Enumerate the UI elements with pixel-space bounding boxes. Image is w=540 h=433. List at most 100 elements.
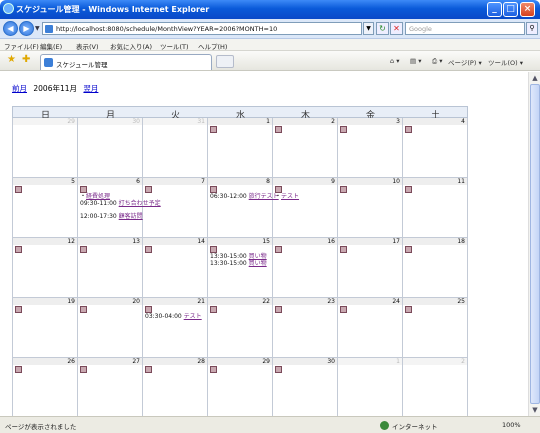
address-dropdown-icon[interactable]: ▼ [363,22,374,35]
search-input[interactable]: Google [405,22,525,35]
event-link[interactable]: 買い物 [249,260,267,267]
memo-icon[interactable] [15,186,22,193]
print-icon[interactable]: ⎙ ▾ [432,57,443,66]
memo-icon[interactable] [145,246,152,253]
memo-icon[interactable] [210,366,217,373]
memo-icon[interactable] [275,306,282,313]
day-cell[interactable]: 4 [403,118,468,178]
prev-month-link[interactable]: 前月 [12,84,27,93]
memo-icon[interactable] [15,306,22,313]
day-cell[interactable]: 30 [78,118,143,178]
memo-icon[interactable] [15,246,22,253]
day-cell[interactable]: 22 [208,298,273,358]
day-cell[interactable]: 12 [13,238,78,298]
day-cell[interactable]: 29 [13,118,78,178]
scroll-thumb[interactable] [530,84,540,404]
scroll-down-arrow-icon[interactable]: ▼ [530,405,540,415]
event-link[interactable]: テスト [281,193,299,200]
page-menu[interactable]: ページ(P) ▾ [448,57,482,67]
day-cell[interactable]: 1 [208,118,273,178]
tab-schedule[interactable]: スケジュール管理 [40,54,212,70]
menu-edit[interactable]: 編集(E) [40,41,62,51]
memo-icon[interactable] [275,366,282,373]
day-cell[interactable]: 31 [143,118,208,178]
back-button[interactable]: ◀ [3,21,18,36]
memo-icon[interactable] [275,246,282,253]
memo-icon[interactable] [145,306,152,313]
day-cell[interactable]: 25 [403,298,468,358]
stop-icon[interactable]: ✕ [390,22,403,35]
menu-favorites[interactable]: お気に入り(A) [110,41,152,51]
memo-icon[interactable] [80,306,87,313]
day-cell[interactable]: 8 06:30-12:00 旅行テスト [208,178,279,238]
memo-icon[interactable] [210,306,217,313]
memo-icon[interactable] [145,186,152,193]
memo-icon[interactable] [275,126,282,133]
day-cell[interactable]: 20 [78,298,143,358]
day-cell[interactable]: 23 [273,298,338,358]
memo-icon[interactable] [145,366,152,373]
day-cell[interactable]: 24 [338,298,403,358]
scroll-up-arrow-icon[interactable]: ▲ [530,73,540,83]
day-cell[interactable]: 2 [403,358,468,416]
day-cell[interactable]: 26 [13,358,78,416]
memo-icon[interactable] [405,126,412,133]
memo-icon[interactable] [15,366,22,373]
memo-icon[interactable] [210,126,217,133]
memo-icon[interactable] [340,306,347,313]
menu-tools[interactable]: ツール(T) [160,41,189,51]
memo-icon[interactable] [340,186,347,193]
search-icon[interactable]: ⚲ [526,22,538,35]
day-cell[interactable]: 1 [338,358,403,416]
day-cell[interactable]: 2 [273,118,338,178]
day-cell[interactable]: 13 [78,238,143,298]
new-tab-button[interactable] [216,55,234,68]
day-cell[interactable]: 9 ・テスト [273,178,338,238]
day-cell[interactable]: 7 [143,178,208,238]
memo-icon[interactable] [405,306,412,313]
day-cell[interactable]: 18 [403,238,468,298]
memo-icon[interactable] [80,246,87,253]
maximize-button[interactable]: □ [503,2,518,17]
memo-icon[interactable] [275,186,282,193]
add-favorites-icon[interactable]: ✚ [22,55,30,65]
home-icon[interactable]: ⌂ ▾ [390,57,399,65]
menu-help[interactable]: ヘルプ(H) [198,41,227,51]
day-cell[interactable]: 30 [273,358,338,416]
memo-icon[interactable] [210,246,217,253]
day-cell[interactable]: 14 [143,238,208,298]
forward-button[interactable]: ▶ [19,21,34,36]
refresh-icon[interactable]: ↻ [376,22,389,35]
day-cell[interactable]: 17 [338,238,403,298]
day-cell[interactable]: 5 [13,178,78,238]
day-cell[interactable]: 10 [338,178,403,238]
window-title-bar[interactable]: スケジュール管理 - Windows Internet Explorer _ □… [0,0,540,19]
day-cell[interactable]: 15 13:30-15:00 買い物 13:30-15:00 買い物 [208,238,273,298]
memo-icon[interactable] [405,246,412,253]
close-button[interactable]: × [520,2,535,17]
day-cell[interactable]: 3 [338,118,403,178]
day-cell[interactable]: 11 [403,178,468,238]
day-cell[interactable]: 28 [143,358,208,416]
memo-icon[interactable] [80,186,87,193]
day-cell[interactable]: 29 [208,358,273,416]
memo-icon[interactable] [340,246,347,253]
menu-view[interactable]: 表示(V) [76,41,99,51]
memo-icon[interactable] [340,126,347,133]
day-cell[interactable]: 16 [273,238,338,298]
event-link[interactable]: 顧客訪問 [119,213,143,220]
menu-file[interactable]: ファイル(F) [4,41,39,51]
day-cell[interactable]: 19 [13,298,78,358]
next-month-link[interactable]: 翌月 [83,84,98,93]
tools-menu[interactable]: ツール(O) ▾ [488,57,523,67]
vertical-scrollbar[interactable]: ▲ ▼ [528,72,540,416]
event-link[interactable]: テスト [184,313,202,320]
feeds-icon[interactable]: ▤ ▾ [410,57,421,65]
day-cell[interactable]: 27 [78,358,143,416]
zoom-level[interactable]: 100% [502,421,521,429]
minimize-button[interactable]: _ [487,2,502,17]
history-dropdown-icon[interactable]: ▼ [35,25,40,32]
day-cell[interactable]: 21 03:30-04:00 テスト [143,298,208,358]
memo-icon[interactable] [210,186,217,193]
address-input[interactable]: http://localhost:8080/schedule/MonthView… [42,22,362,35]
